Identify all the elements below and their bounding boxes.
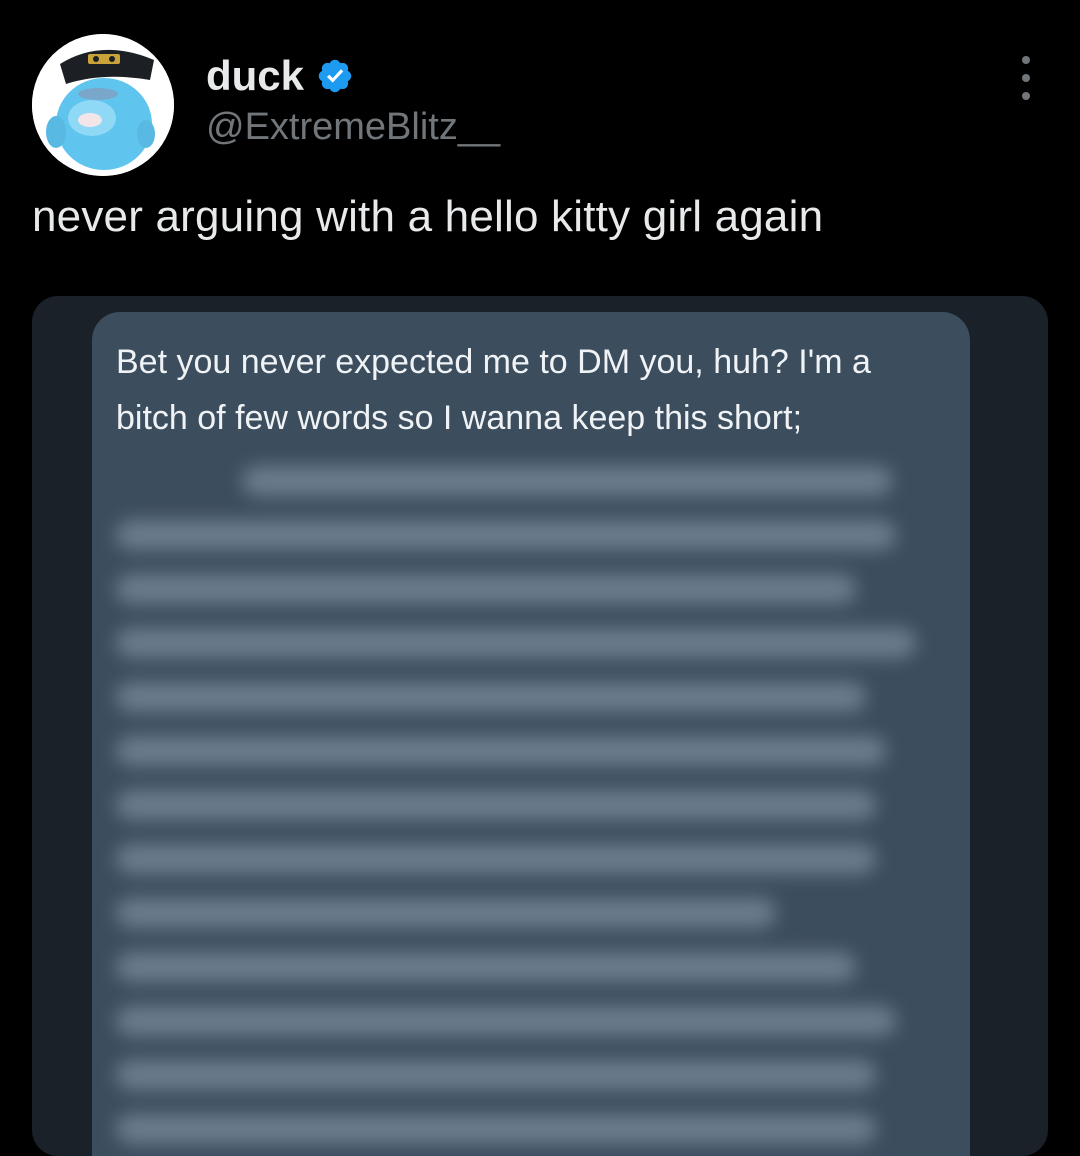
more-dot bbox=[1022, 56, 1030, 64]
more-options-icon[interactable] bbox=[1008, 56, 1044, 100]
more-dot bbox=[1022, 74, 1030, 82]
dm-message-text: Bet you never expected me to DM you, huh… bbox=[116, 343, 871, 437]
media-card[interactable]: Bet you never expected me to DM you, huh… bbox=[32, 296, 1048, 1156]
dm-message-bubble: Bet you never expected me to DM you, huh… bbox=[92, 312, 970, 1156]
more-dot bbox=[1022, 92, 1030, 100]
verified-badge-icon bbox=[318, 59, 352, 93]
author-handle[interactable]: @ExtremeBlitz__ bbox=[206, 106, 500, 149]
duck-plush-avatar-icon bbox=[32, 34, 174, 176]
avatar[interactable] bbox=[32, 34, 174, 176]
author-name[interactable]: duck bbox=[206, 52, 354, 100]
tweet-text: never arguing with a hello kitty girl ag… bbox=[32, 192, 824, 241]
author-display-name[interactable]: duck bbox=[206, 52, 304, 100]
